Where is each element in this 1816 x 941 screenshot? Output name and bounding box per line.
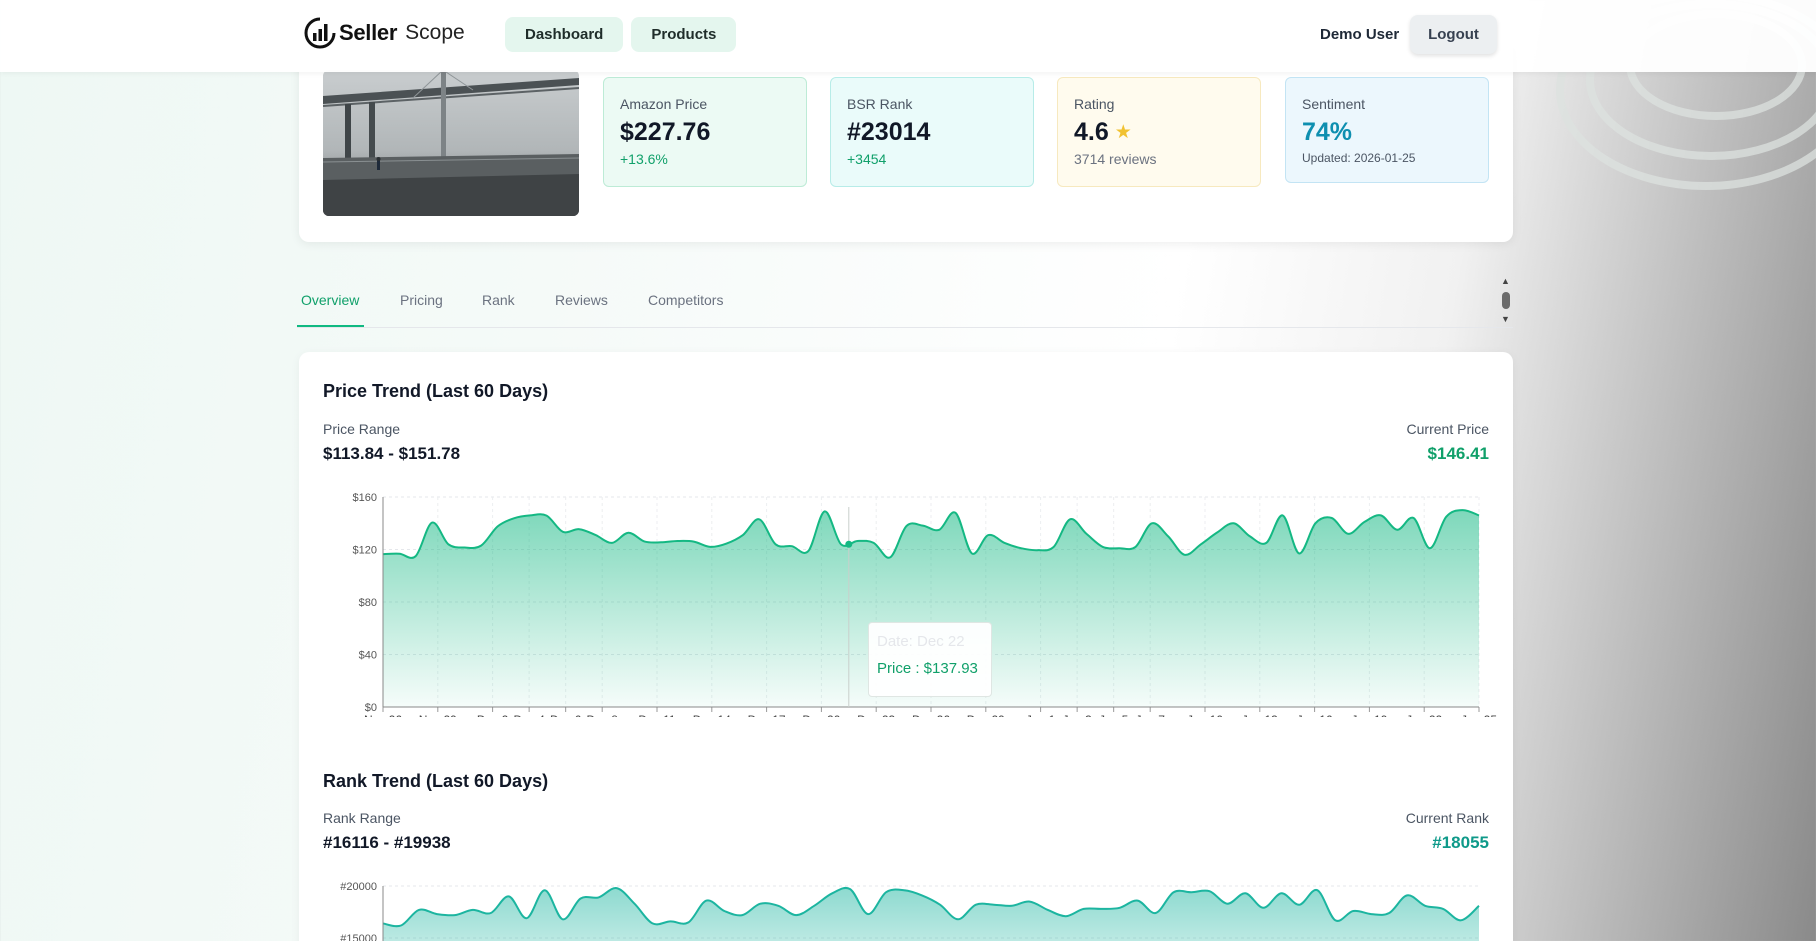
price-x-tick-label: Dec 23 [857, 713, 895, 717]
price-x-tick-label: Dec 26 [912, 713, 950, 717]
scroll-up-icon[interactable]: ▲ [1501, 276, 1510, 286]
price-x-tick-label: Jan 5 [1099, 713, 1129, 717]
rank-y-tick-label: #20000 [340, 881, 377, 893]
scroll-down-icon[interactable]: ▼ [1501, 314, 1510, 324]
price-x-tick-label: Jan 19 [1351, 713, 1387, 717]
tab-competitors[interactable]: Competitors [648, 292, 723, 308]
chart-tooltip: Date: Dec 22 Price : $137.93 [868, 622, 992, 697]
price-y-tick-label: $40 [359, 650, 377, 662]
trend-charts-card: Price Trend (Last 60 Days) Price Range $… [299, 352, 1513, 941]
price-x-tick-label: Jan 10 [1187, 713, 1223, 717]
price-x-tick-label: Jan 1 [1026, 713, 1056, 717]
metric-label: Rating [1074, 96, 1115, 112]
top-navigation-bar: Seller Scope Dashboard Products Demo Use… [0, 0, 1816, 72]
price-x-tick-label: Dec 2 [477, 713, 509, 717]
tab-pricing[interactable]: Pricing [400, 292, 443, 308]
metric-change: +13.6% [620, 151, 668, 167]
logo-text-light: Scope [405, 21, 465, 44]
metric-label: Amazon Price [620, 96, 708, 112]
product-tabs: Overview Pricing Rank Reviews Competitor… [297, 275, 1513, 328]
rank-range-label: Rank Range [323, 810, 401, 826]
metric-bsr-rank: BSR Rank #23014 +3454 [830, 77, 1034, 187]
metric-value: #23014 [847, 118, 931, 146]
app-logo[interactable]: Seller Scope [303, 15, 465, 51]
main-nav: Dashboard Products [505, 17, 737, 52]
price-x-tick-label: Dec 11 [638, 713, 675, 717]
rank-y-tick-label: #15000 [340, 933, 377, 941]
current-price-label: Current Price [1406, 421, 1489, 437]
metric-value: 74% [1302, 118, 1353, 146]
price-x-tick-label: Dec 6 [550, 713, 582, 717]
price-x-tick-label: Dec 17 [748, 713, 786, 717]
nav-products-button[interactable]: Products [631, 17, 737, 52]
metric-change: +3454 [847, 151, 887, 167]
tooltip-date: Date: Dec 22 [877, 633, 965, 650]
star-icon: ★ [1114, 122, 1132, 143]
tab-overview[interactable]: Overview [301, 292, 359, 308]
price-active-point [845, 540, 853, 548]
price-x-tick-label: Jan 22 [1406, 713, 1442, 717]
scroll-thumb[interactable] [1502, 292, 1510, 309]
current-price-value: $146.41 [1427, 444, 1489, 463]
tooltip-price: Price : $137.93 [877, 660, 978, 677]
metric-sentiment: Sentiment 74% Updated: 2026-01-25 [1285, 77, 1489, 183]
metric-label: BSR Rank [847, 96, 913, 112]
tabs-scrollbar[interactable]: ▲ ▼ [1499, 275, 1513, 327]
price-x-tick-label: Nov 29 [419, 713, 457, 717]
logout-button[interactable]: Logout [1410, 15, 1497, 54]
metric-value: $227.76 [620, 118, 711, 146]
price-x-tick-label: Jan 3 [1062, 713, 1092, 717]
rank-trend-chart[interactable]: #20000 #15000 [299, 876, 1513, 941]
sentiment-updated: Updated: 2026-01-25 [1302, 151, 1416, 165]
price-x-tick-label: Dec 29 [967, 713, 1005, 717]
rank-chart-title: Rank Trend (Last 60 Days) [323, 771, 549, 791]
price-x-tick-label: Jan 16 [1297, 713, 1333, 717]
price-y-tick-label: $160 [353, 492, 377, 504]
metric-rating: Rating 4.6 ★ 3714 reviews [1057, 77, 1261, 187]
active-tab-indicator [297, 325, 364, 327]
price-y-tick-label: $80 [359, 597, 377, 609]
metric-amazon-price: Amazon Price $227.76 +13.6% [603, 77, 807, 187]
price-x-tick-label: Dec 8 [587, 713, 619, 717]
price-chart-title: Price Trend (Last 60 Days) [323, 381, 549, 401]
tab-rank[interactable]: Rank [482, 292, 515, 308]
metric-value: 4.6 ★ [1074, 118, 1132, 146]
nav-dashboard-button[interactable]: Dashboard [505, 17, 624, 52]
tab-reviews[interactable]: Reviews [555, 292, 608, 308]
rank-range-value: #16116 - #19938 [323, 833, 451, 852]
metric-label: Sentiment [1302, 96, 1366, 112]
current-rank-label: Current Rank [1405, 810, 1489, 826]
user-name: Demo User [1320, 26, 1400, 43]
price-x-tick-label: Jan 25 [1461, 713, 1497, 717]
product-image [323, 70, 579, 216]
price-range-label: Price Range [323, 421, 401, 437]
price-x-tick-label: Nov 26 [364, 713, 402, 717]
review-count: 3714 reviews [1074, 151, 1157, 167]
price-x-tick-label: Jan 13 [1242, 713, 1278, 717]
price-x-tick-label: Dec 14 [693, 713, 731, 717]
price-y-tick-label: $120 [353, 545, 377, 557]
logo-chart-icon [304, 17, 336, 49]
rank-area [383, 887, 1479, 941]
price-x-tick-label: Dec 20 [802, 713, 840, 717]
price-range-value: $113.84 - $151.78 [323, 444, 461, 463]
price-x-tick-label: Dec 4 [513, 713, 545, 717]
current-rank-value: #18055 [1432, 833, 1489, 852]
logo-text-strong: Seller [339, 20, 398, 45]
price-x-tick-label: Jan 7 [1136, 713, 1166, 717]
